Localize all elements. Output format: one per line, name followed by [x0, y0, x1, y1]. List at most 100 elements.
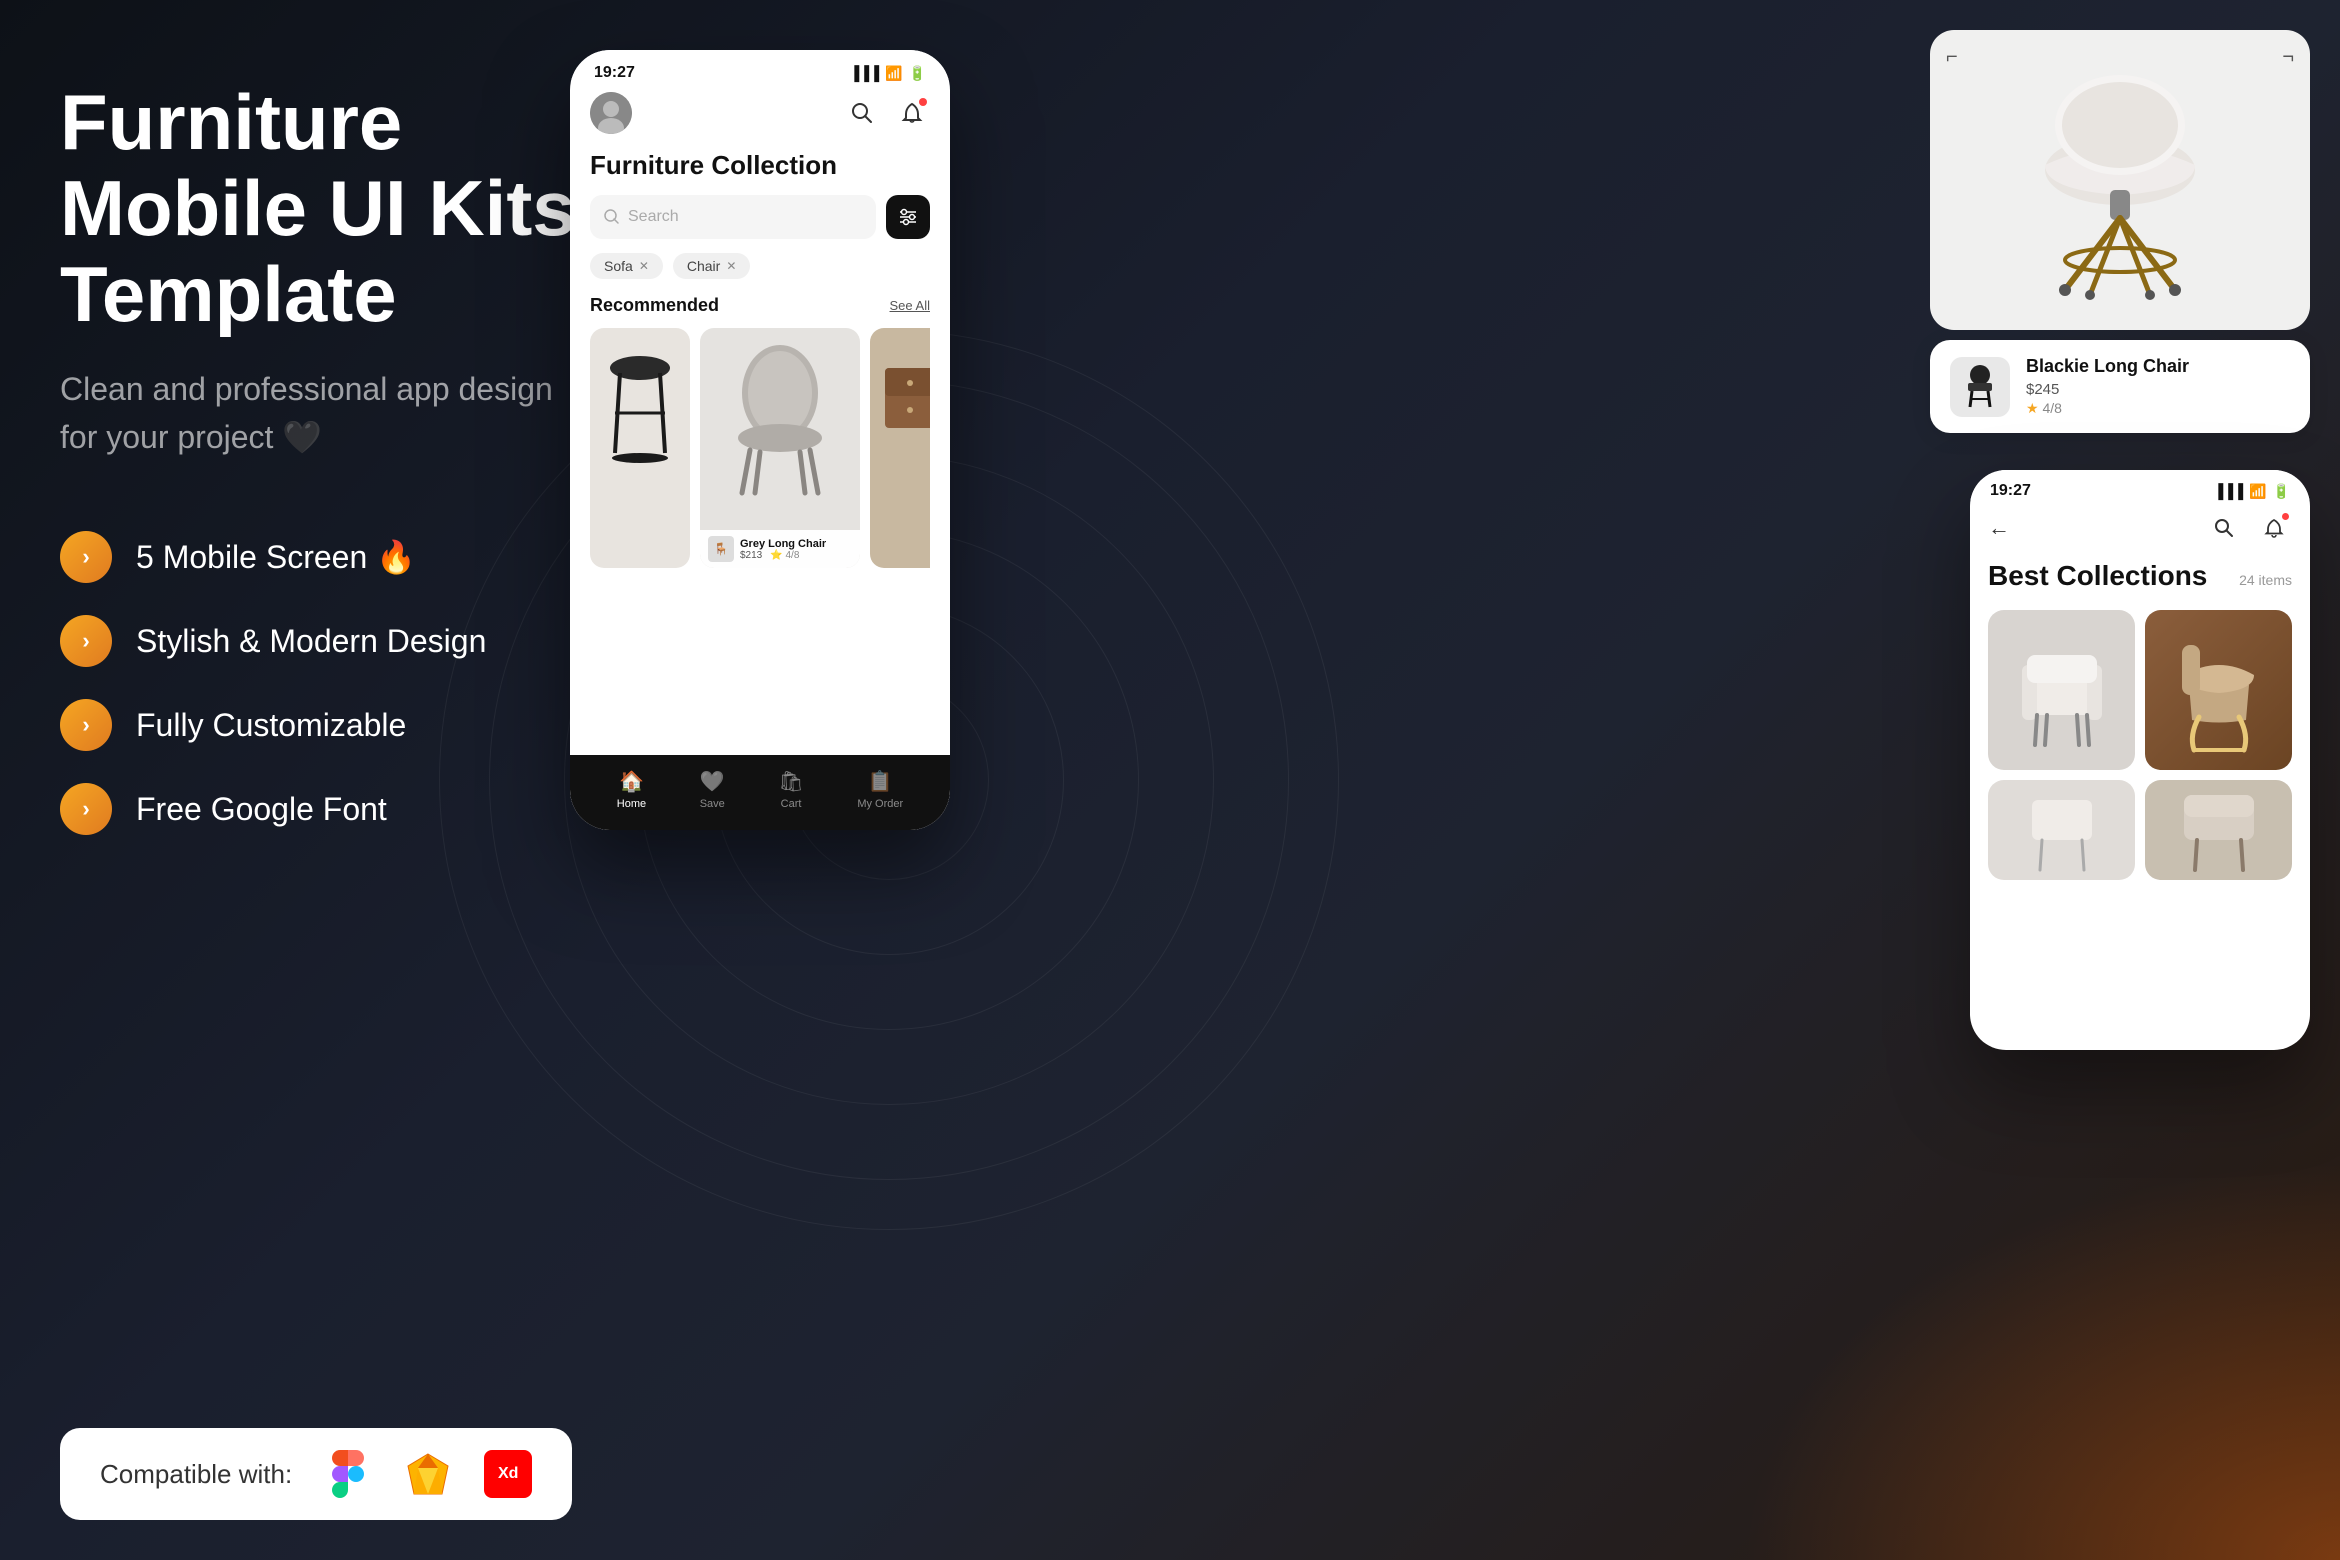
nav-cart[interactable]: 🛍 Cart: [778, 769, 803, 810]
tag-chair[interactable]: Chair ✕: [673, 253, 751, 279]
status-time-2: 19:27: [1990, 482, 2031, 500]
product-name: Blackie Long Chair: [2026, 356, 2290, 377]
compatible-bar: Compatible with: Xd: [60, 1428, 572, 1520]
collections-grid: [1988, 610, 2292, 880]
star-icon: ★: [2026, 400, 2039, 416]
grey-chair-img: [720, 338, 840, 498]
collection-chair-4: [2179, 785, 2259, 875]
feature-item-2: › Stylish & Modern Design: [60, 615, 580, 667]
subtitle: Clean and professional app design for yo…: [60, 365, 580, 461]
corner-tr: ¬: [2282, 46, 2294, 69]
section-row: Recommended See All: [590, 295, 930, 316]
feature-text-3: Fully Customizable: [136, 707, 406, 744]
phone-right: 19:27 ▐▐▐ 📶 🔋 ←: [1970, 470, 2310, 1050]
compatible-label: Compatible with:: [100, 1459, 292, 1490]
collection-chair-1: [2017, 625, 2107, 755]
tag-sofa[interactable]: Sofa ✕: [590, 253, 663, 279]
status-bar-2: 19:27 ▐▐▐ 📶 🔋: [1970, 470, 2310, 500]
phone-page-title: Furniture Collection: [590, 150, 930, 181]
sketch-icon: [404, 1450, 452, 1498]
search-icon-btn-2[interactable]: [2206, 510, 2242, 546]
nav-home[interactable]: 🏠 Home: [617, 769, 646, 810]
left-panel: Furniture Mobile UI Kits Template Clean …: [60, 80, 580, 835]
right-top-panel: ⌐ ¬: [1930, 30, 2310, 433]
battery-icon-2: 🔋: [2273, 483, 2290, 500]
search-placeholder-text: Search: [628, 208, 679, 226]
feature-item-1: › 5 Mobile Screen 🔥: [60, 531, 580, 583]
notification-icon-btn-2[interactable]: [2256, 510, 2292, 546]
phone-right-body: ← Best Collections: [1970, 500, 2310, 890]
product-thumb: [1950, 357, 2010, 417]
collection-card-4[interactable]: [2145, 780, 2292, 880]
nav-save[interactable]: 🤍 Save: [700, 769, 725, 810]
header-icons: [844, 95, 930, 131]
grey-chair-rating: ⭐ 4/8: [770, 550, 799, 561]
notification-icon-btn[interactable]: [894, 95, 930, 131]
save-icon: 🤍: [700, 769, 725, 794]
collection-card-3[interactable]: [1988, 780, 2135, 880]
product-card-grey[interactable]: 🪑 Grey Long Chair $213 ⭐ 4/8: [700, 328, 860, 568]
bottom-nav: 🏠 Home 🤍 Save 🛍 Cart 📋 My Order: [570, 755, 950, 830]
tag-chair-close[interactable]: ✕: [726, 259, 736, 273]
header-icons-2: [2206, 510, 2292, 546]
collection-chair-2: [2174, 625, 2264, 755]
section-title: Recommended: [590, 295, 719, 316]
nav-home-label: Home: [617, 798, 646, 810]
status-icons: ▐▐▐ 📶 🔋: [849, 65, 926, 82]
grey-chair-name: Grey Long Chair: [740, 538, 826, 550]
avatar: [590, 92, 632, 134]
feature-item-3: › Fully Customizable: [60, 699, 580, 751]
tag-chair-label: Chair: [687, 258, 720, 274]
feature-text-4: Free Google Font: [136, 791, 387, 828]
phone-main: 19:27 ▐▐▐ 📶 🔋: [570, 50, 950, 830]
nav-cart-label: Cart: [781, 798, 802, 810]
product-showcase: ⌐ ¬: [1930, 30, 2310, 330]
product-price: $245: [2026, 381, 2290, 398]
signal-icon: ▐▐▐: [849, 65, 879, 81]
corner-tl: ⌐: [1946, 46, 1958, 69]
collection-card-1[interactable]: [1988, 610, 2135, 770]
feature-text-2: Stylish & Modern Design: [136, 623, 486, 660]
product-card-partial[interactable]: [870, 328, 930, 568]
see-all-link[interactable]: See All: [890, 298, 930, 313]
search-row: Search: [590, 195, 930, 239]
feature-icon-2: ›: [60, 615, 112, 667]
grey-chair-info: 🪑 Grey Long Chair $213 ⭐ 4/8: [700, 530, 860, 568]
tag-sofa-close[interactable]: ✕: [639, 259, 649, 273]
collection-card-2[interactable]: [2145, 610, 2292, 770]
product-thumb-img: [1958, 365, 2002, 409]
status-bar: 19:27 ▐▐▐ 📶 🔋: [570, 50, 950, 82]
product-details: Blackie Long Chair $245 ★ 4/8: [2026, 356, 2290, 417]
phone-header: [590, 92, 930, 134]
product-card-black[interactable]: [590, 328, 690, 568]
partial-chair-img: [880, 348, 930, 468]
wifi-icon-2: 📶: [2249, 483, 2266, 500]
xd-icon: Xd: [484, 1450, 532, 1498]
feature-icon-4: ›: [60, 783, 112, 835]
product-info-card: Blackie Long Chair $245 ★ 4/8: [1930, 340, 2310, 433]
search-icon-btn[interactable]: [844, 95, 880, 131]
nav-myorder[interactable]: 📋 My Order: [857, 769, 903, 810]
back-button[interactable]: ←: [1988, 515, 2010, 541]
tag-row: Sofa ✕ Chair ✕: [590, 253, 930, 279]
tag-sofa-label: Sofa: [604, 258, 633, 274]
filter-button[interactable]: [886, 195, 930, 239]
nav-save-label: Save: [700, 798, 725, 810]
feature-text-1: 5 Mobile Screen 🔥: [136, 538, 416, 576]
feature-icon-1: ›: [60, 531, 112, 583]
home-icon: 🏠: [619, 769, 644, 794]
wifi-icon: 📶: [885, 65, 902, 82]
status-time: 19:27: [594, 64, 635, 82]
showcase-chair-svg: [2010, 50, 2230, 310]
feature-list: › 5 Mobile Screen 🔥 › Stylish & Modern D…: [60, 531, 580, 835]
collection-chair-3: [2022, 785, 2102, 875]
notif-dot-2: [2282, 513, 2289, 520]
phone-body: Furniture Collection Search: [570, 82, 950, 578]
phone-right-header: ←: [1988, 510, 2292, 546]
search-magnifier: [604, 209, 620, 225]
notif-dot: [919, 98, 927, 106]
search-box[interactable]: Search: [590, 195, 876, 239]
title-row-right: Best Collections 24 items: [1988, 560, 2292, 596]
nav-myorder-label: My Order: [857, 798, 903, 810]
feature-item-4: › Free Google Font: [60, 783, 580, 835]
